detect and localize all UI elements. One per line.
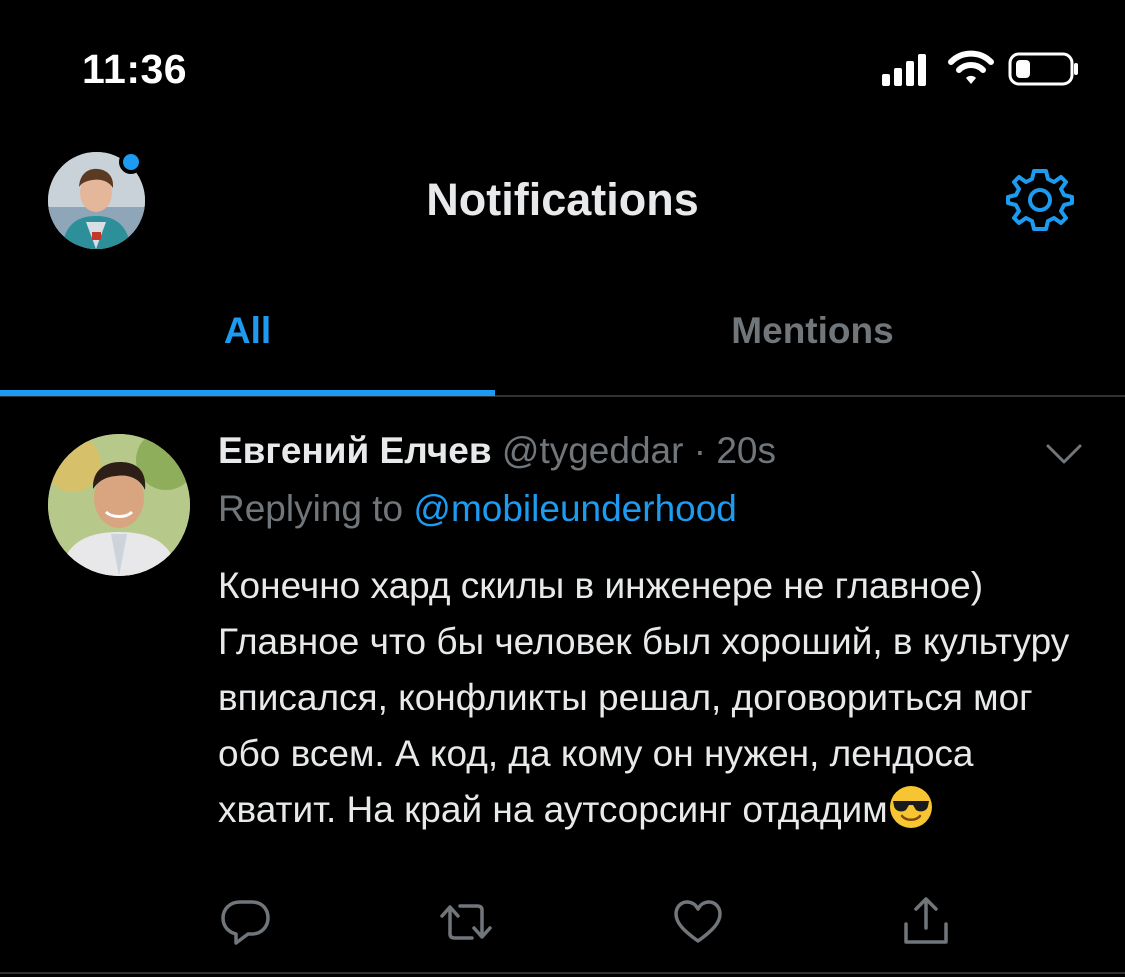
active-tab-indicator [0, 390, 495, 396]
share-icon[interactable] [898, 894, 954, 950]
tab-mentions[interactable]: Mentions [565, 290, 1060, 395]
divider [0, 972, 1125, 974]
reply-icon[interactable] [218, 894, 274, 950]
author-avatar[interactable] [48, 434, 190, 576]
wifi-icon [948, 50, 994, 84]
replying-to-line: Replying to @mobileunderhood [218, 488, 737, 530]
notifications-screen: 11:36 Notifications All Mentions Евгений… [0, 0, 1125, 977]
unread-indicator-dot [119, 150, 143, 174]
status-bar: 11:36 [0, 0, 1125, 130]
cellular-signal-icon [882, 54, 926, 86]
chevron-down-icon[interactable] [1044, 440, 1084, 468]
notification-tabs: All Mentions [0, 290, 1125, 397]
tab-all[interactable]: All [0, 290, 495, 395]
heart-icon[interactable] [670, 894, 726, 950]
smiling-face-with-sunglasses-icon [889, 786, 932, 828]
tweet-notification[interactable]: Евгений Елчев @tygeddar · 20s Replying t… [0, 400, 1125, 977]
replying-to-label: Replying to [218, 488, 404, 529]
tweet-body: Конечно хард скилы в инженере не главное… [218, 565, 1070, 830]
tweet-timestamp: 20s [716, 430, 776, 471]
battery-icon [1008, 52, 1078, 86]
tweet-header: Евгений Елчев @tygeddar · 20s [218, 430, 776, 472]
status-time: 11:36 [82, 46, 188, 92]
retweet-icon[interactable] [438, 894, 494, 950]
author-photo [48, 434, 190, 576]
settings-gear-icon[interactable] [1006, 166, 1074, 234]
meta-separator: · [693, 430, 707, 471]
page-title: Notifications [426, 174, 699, 225]
replying-to-handle[interactable]: @mobileunderhood [413, 488, 737, 529]
tweet-text: Конечно хард скилы в инженере не главное… [218, 558, 1098, 838]
author-name[interactable]: Евгений Елчев [218, 430, 492, 471]
tweet-actions [218, 894, 958, 950]
author-handle[interactable]: @tygeddar [502, 430, 684, 471]
